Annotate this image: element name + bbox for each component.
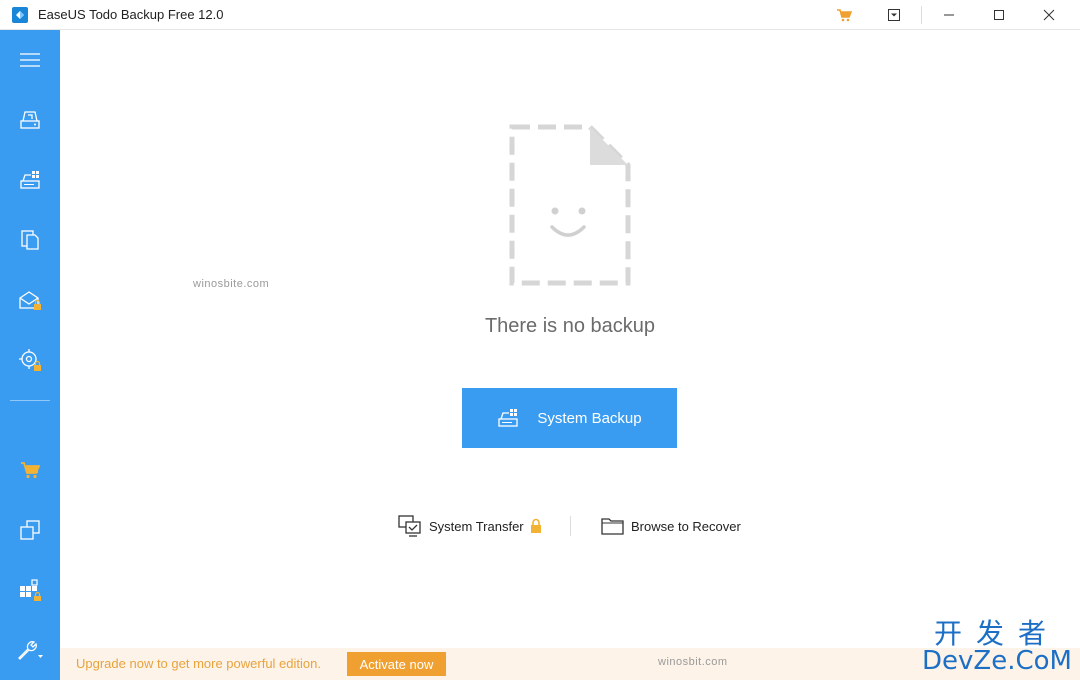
system-backup-label: System Backup xyxy=(537,409,642,427)
cart-icon xyxy=(21,462,40,479)
sidebar-item-system-backup[interactable] xyxy=(0,150,60,210)
lock-icon xyxy=(530,518,541,533)
maximize-button[interactable] xyxy=(985,0,1013,30)
transfer-icon xyxy=(398,515,421,537)
title-bar: EaseUS Todo Backup Free 12.0 xyxy=(0,0,1080,30)
bottom-watermark-text: winosbit.com xyxy=(658,656,728,668)
sidebar-item-disk-backup[interactable] xyxy=(0,90,60,150)
mail-backup-locked-icon xyxy=(19,291,41,310)
folder-icon xyxy=(601,518,624,535)
system-backup-icon xyxy=(20,171,40,189)
main-panel: winosbite.com There is no backup System … xyxy=(60,30,1080,648)
app-window: EaseUS Todo Backup Free 12.0 winosbite.c… xyxy=(0,0,1080,680)
minimize-icon xyxy=(944,14,954,16)
menu-icon xyxy=(20,53,40,67)
sidebar-item-clone[interactable] xyxy=(0,500,60,560)
apps-locked-icon xyxy=(20,579,41,601)
minimize-button[interactable] xyxy=(935,0,963,30)
close-button[interactable] xyxy=(1035,0,1063,30)
maximize-icon xyxy=(994,10,1004,20)
tools-icon xyxy=(18,641,43,660)
system-transfer-link[interactable]: System Transfer xyxy=(397,514,542,538)
dropdown-menu-icon xyxy=(888,9,900,21)
sidebar-item-tools[interactable] xyxy=(0,620,60,680)
empty-state-message: There is no backup xyxy=(484,315,656,337)
sidebar-item-apps[interactable] xyxy=(0,560,60,620)
brand-watermark-en: DevZe.CoM xyxy=(922,646,1072,676)
sidebar-item-store[interactable] xyxy=(0,440,60,500)
brand-watermark-cn: 开发者 xyxy=(934,617,1061,650)
smart-backup-locked-icon xyxy=(19,349,41,371)
brand-watermark: 开发者 DevZe.CoM xyxy=(922,617,1072,676)
system-backup-icon xyxy=(498,409,519,427)
sidebar-item-mail-backup[interactable] xyxy=(0,270,60,330)
clone-icon xyxy=(20,520,40,540)
cart-icon xyxy=(837,9,852,22)
system-backup-button[interactable]: System Backup xyxy=(462,388,677,448)
window-title: EaseUS Todo Backup Free 12.0 xyxy=(38,7,224,22)
sidebar-item-smart-backup[interactable] xyxy=(0,330,60,390)
sidebar-item-file-backup[interactable] xyxy=(0,210,60,270)
app-logo-icon xyxy=(12,7,28,23)
cart-button[interactable] xyxy=(832,0,856,30)
links-divider xyxy=(570,516,571,536)
sidebar-divider xyxy=(10,400,50,401)
titlebar-divider xyxy=(921,6,922,24)
disk-backup-icon xyxy=(20,111,40,129)
activate-now-button[interactable]: Activate now xyxy=(347,652,446,676)
browse-to-recover-link[interactable]: Browse to Recover xyxy=(601,514,741,538)
sidebar-menu-button[interactable] xyxy=(0,30,60,90)
browse-to-recover-label: Browse to Recover xyxy=(631,518,741,534)
upgrade-message: Upgrade now to get more powerful edition… xyxy=(76,656,321,671)
close-icon xyxy=(1043,9,1055,21)
dropdown-menu-button[interactable] xyxy=(882,0,906,30)
empty-document-icon xyxy=(509,124,631,286)
file-backup-icon xyxy=(21,230,39,250)
watermark-text: winosbite.com xyxy=(193,278,270,290)
sidebar xyxy=(0,30,60,680)
system-transfer-label: System Transfer xyxy=(429,518,524,534)
